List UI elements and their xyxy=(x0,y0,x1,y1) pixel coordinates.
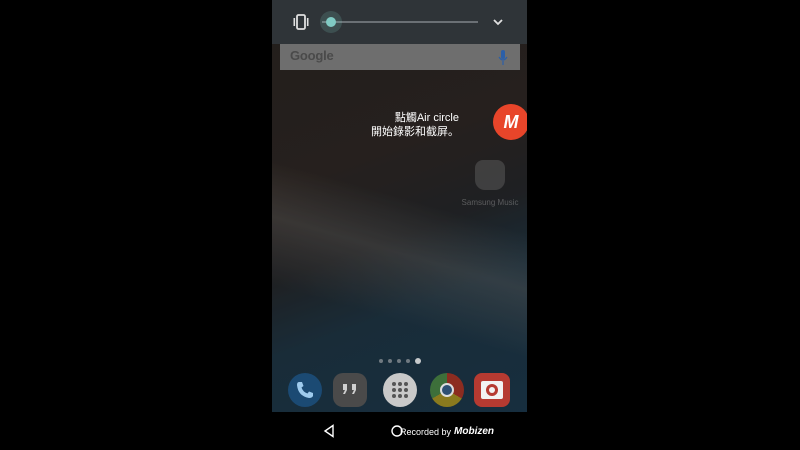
app-dock xyxy=(272,368,527,412)
app-drawer-icon[interactable] xyxy=(383,373,417,407)
page-indicator xyxy=(379,358,421,364)
air-circle-tooltip: 點觸Air circle 開始錄影和截屏。 xyxy=(371,111,459,139)
tooltip-line-1: 點觸Air circle xyxy=(394,112,459,124)
slider-track xyxy=(322,21,478,23)
hangouts-icon[interactable] xyxy=(333,373,367,407)
navigation-bar: Recorded by Mobizen xyxy=(272,412,527,450)
tooltip-line-2: 開始錄影和截屏。 xyxy=(371,126,459,138)
vibrate-icon[interactable] xyxy=(292,14,310,30)
camera-icon[interactable] xyxy=(474,373,510,407)
chrome-icon[interactable] xyxy=(430,373,464,407)
home-app-samsung-music[interactable]: Samsung Music xyxy=(460,160,520,207)
page-dot xyxy=(388,359,392,363)
phone-screen: Google 點觸Air circle 開始錄影和截屏。 M Samsung M… xyxy=(272,0,527,450)
page-dot xyxy=(379,359,383,363)
volume-panel xyxy=(272,0,527,44)
app-label: Samsung Music xyxy=(461,198,519,207)
slider-thumb[interactable] xyxy=(326,17,336,27)
chrome-center xyxy=(440,383,454,397)
google-search-bar[interactable]: Google xyxy=(280,44,520,70)
google-logo: Google xyxy=(290,48,334,63)
page-dot-active xyxy=(415,358,421,364)
phone-icon[interactable] xyxy=(288,373,322,407)
volume-slider[interactable] xyxy=(322,12,478,32)
page-dot xyxy=(397,359,401,363)
mobizen-logo: Mobizen xyxy=(454,426,495,437)
recording-watermark: Recorded by Mobizen xyxy=(400,426,494,437)
chevron-down-icon[interactable] xyxy=(490,14,506,30)
music-icon xyxy=(475,160,505,190)
page-dot xyxy=(406,359,410,363)
mic-icon[interactable] xyxy=(498,50,508,66)
recorded-by-text: Recorded by xyxy=(400,426,452,437)
air-circle-button[interactable]: M xyxy=(493,104,527,140)
back-icon[interactable] xyxy=(322,424,336,438)
